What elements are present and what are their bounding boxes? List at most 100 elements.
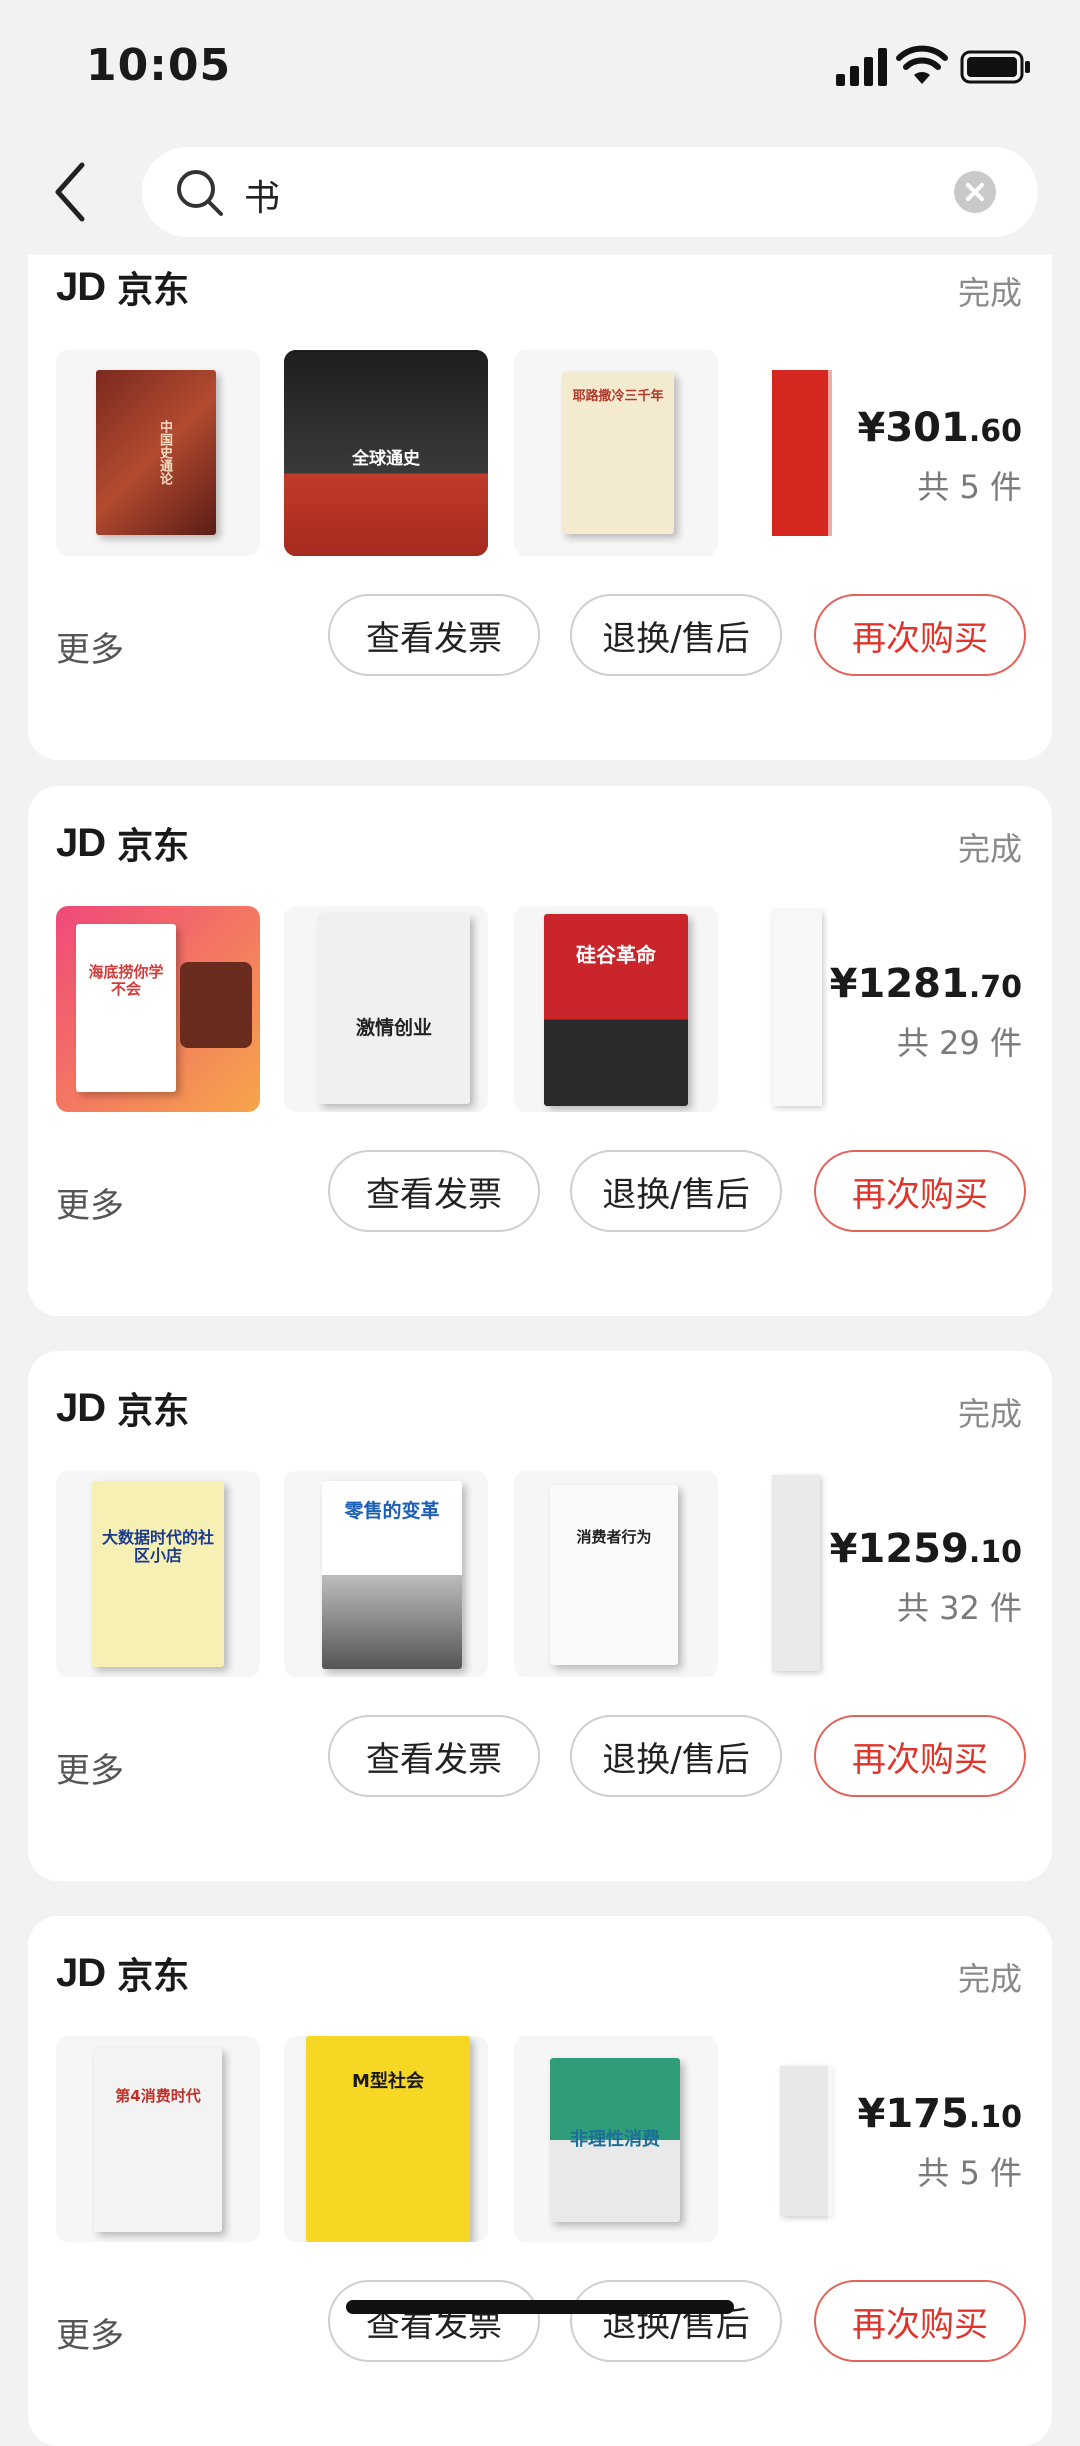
book-cover: 激情创业: [318, 914, 470, 1104]
book-cover: 消费者行为: [550, 1485, 678, 1665]
returns-aftersale-button[interactable]: 退换/售后: [570, 594, 782, 676]
more-button[interactable]: 更多: [56, 622, 124, 671]
book-title: 海底捞你学不会: [88, 963, 164, 999]
search-header: 书: [0, 135, 1080, 255]
order-card[interactable]: JD 京东 完成 大数据时代的社区小店 零售的变革 消费者行为 ¥1259.10…: [28, 1351, 1052, 1881]
order-status: 完成: [957, 830, 1022, 868]
buy-again-button[interactable]: 再次购买: [814, 594, 1026, 676]
book-cover: 耶路撒冷三千年: [562, 372, 674, 534]
order-card[interactable]: JD 京东 完成 中国史通论 全球通史 耶路撒冷三千年 ¥301.60 共 5 …: [28, 230, 1052, 760]
item-count: 共 5 件: [917, 2154, 1022, 2192]
order-card[interactable]: JD 京东 完成 第4消费时代 M型社会 非理性消费 ¥175.10 共 5 件…: [28, 1916, 1052, 2446]
book-cover: 大数据时代的社区小店: [92, 1481, 224, 1667]
jd-logo: JD: [56, 1950, 106, 1995]
book-cover: 非理性消费: [550, 2058, 680, 2222]
thumbnail-fade: [828, 350, 1052, 556]
thumbnail-fade: [828, 2036, 1052, 2242]
book-title: 非理性消费: [570, 2129, 660, 2150]
book-title: 第4消费时代: [115, 2087, 201, 2105]
order-status: 完成: [957, 1960, 1022, 1998]
product-thumbnail[interactable]: M型社会: [284, 2036, 488, 2242]
store-header[interactable]: JD 京东: [56, 818, 189, 868]
jd-logo: JD: [56, 820, 106, 865]
book-cover: 硅谷革命: [544, 914, 688, 1106]
more-button[interactable]: 更多: [56, 1743, 124, 1792]
jd-logo: JD: [56, 264, 106, 309]
book-title: 激情创业: [355, 1017, 432, 1039]
product-thumbnail[interactable]: 非理性消费: [514, 2036, 718, 2242]
product-thumbnail[interactable]: 全球通史: [284, 350, 488, 556]
product-thumbnail[interactable]: 硅谷革命: [514, 906, 718, 1112]
item-count: 共 5 件: [917, 468, 1022, 506]
price-main: ¥1281: [829, 961, 969, 1007]
book-title: M型社会: [352, 2071, 424, 2092]
battery-icon: [960, 50, 1030, 84]
returns-aftersale-button[interactable]: 退换/售后: [570, 2280, 782, 2362]
price-main: ¥1259: [829, 1526, 969, 1572]
product-thumbnail[interactable]: 激情创业: [284, 906, 488, 1112]
store-header[interactable]: JD 京东: [56, 262, 189, 312]
view-invoice-button[interactable]: 查看发票: [328, 2280, 540, 2362]
back-arrow-icon[interactable]: [50, 159, 90, 225]
book-cover: 零售的变革: [322, 1481, 462, 1669]
order-price: ¥301.60: [858, 405, 1022, 451]
view-invoice-button[interactable]: 查看发票: [328, 1715, 540, 1797]
book-title: 硅谷革命: [576, 943, 656, 967]
price-cents: .10: [968, 2100, 1022, 2135]
order-price: ¥1259.10: [830, 1526, 1022, 1572]
product-thumbnail[interactable]: 海底捞你学不会: [56, 906, 260, 1112]
book-title: 零售的变革: [344, 1500, 440, 1522]
more-button[interactable]: 更多: [56, 2308, 124, 2357]
returns-aftersale-button[interactable]: 退换/售后: [570, 1150, 782, 1232]
price-cents: .70: [968, 970, 1022, 1005]
search-icon: [177, 170, 223, 216]
book-cover: M型社会: [306, 2036, 470, 2242]
order-price: ¥1281.70: [830, 961, 1022, 1007]
thumbnail-fade: [828, 1471, 1052, 1677]
status-time: 10:05: [86, 40, 232, 91]
order-price: ¥175.10: [858, 2091, 1022, 2137]
book-title: 中国史通论: [156, 420, 172, 485]
book-title: 耶路撒冷三千年: [572, 389, 664, 404]
search-query[interactable]: 书: [244, 169, 280, 221]
product-thumbnail[interactable]: 耶路撒冷三千年: [514, 350, 718, 556]
order-card[interactable]: JD 京东 完成 海底捞你学不会 激情创业 硅谷革命 ¥1281.70 共 29…: [28, 786, 1052, 1316]
thumbnail-fade: [828, 906, 1052, 1112]
book-cover: 第4消费时代: [94, 2048, 222, 2232]
view-invoice-button[interactable]: 查看发票: [328, 594, 540, 676]
store-name: 京东: [117, 270, 190, 311]
book-cover: 中国史通论: [96, 370, 216, 535]
cellular-signal-icon: [836, 48, 887, 86]
buy-again-button[interactable]: 再次购买: [814, 1150, 1026, 1232]
buy-again-button[interactable]: 再次购买: [814, 1715, 1026, 1797]
clear-icon[interactable]: [954, 171, 996, 213]
status-bar: 10:05: [0, 0, 1080, 135]
book-title: 消费者行为: [576, 1528, 652, 1546]
price-cents: .10: [968, 1535, 1022, 1570]
store-name: 京东: [117, 826, 190, 867]
book-cover: 海底捞你学不会: [76, 924, 176, 1092]
returns-aftersale-button[interactable]: 退换/售后: [570, 1715, 782, 1797]
order-status: 完成: [957, 274, 1022, 312]
search-input[interactable]: 书: [142, 147, 1038, 237]
product-thumbnail[interactable]: 大数据时代的社区小店: [56, 1471, 260, 1677]
book-title: 大数据时代的社区小店: [101, 1528, 214, 1566]
store-header[interactable]: JD 京东: [56, 1948, 189, 1998]
price-main: ¥301: [857, 405, 969, 451]
book-title: 全球通史: [352, 449, 420, 469]
book-cover: 全球通史: [284, 350, 488, 556]
product-thumbnail[interactable]: 消费者行为: [514, 1471, 718, 1677]
product-thumbnail[interactable]: 零售的变革: [284, 1471, 488, 1677]
buy-again-button[interactable]: 再次购买: [814, 2280, 1026, 2362]
item-count: 共 32 件: [896, 1589, 1022, 1627]
view-invoice-button[interactable]: 查看发票: [328, 1150, 540, 1232]
wifi-icon: [896, 45, 948, 84]
store-header[interactable]: JD 京东: [56, 1383, 189, 1433]
more-button[interactable]: 更多: [56, 1178, 124, 1227]
home-indicator[interactable]: [346, 2300, 734, 2314]
product-thumbnail[interactable]: 第4消费时代: [56, 2036, 260, 2242]
price-main: ¥175: [857, 2091, 969, 2137]
price-cents: .60: [968, 414, 1022, 449]
product-thumbnail[interactable]: 中国史通论: [56, 350, 260, 556]
order-status: 完成: [957, 1395, 1022, 1433]
